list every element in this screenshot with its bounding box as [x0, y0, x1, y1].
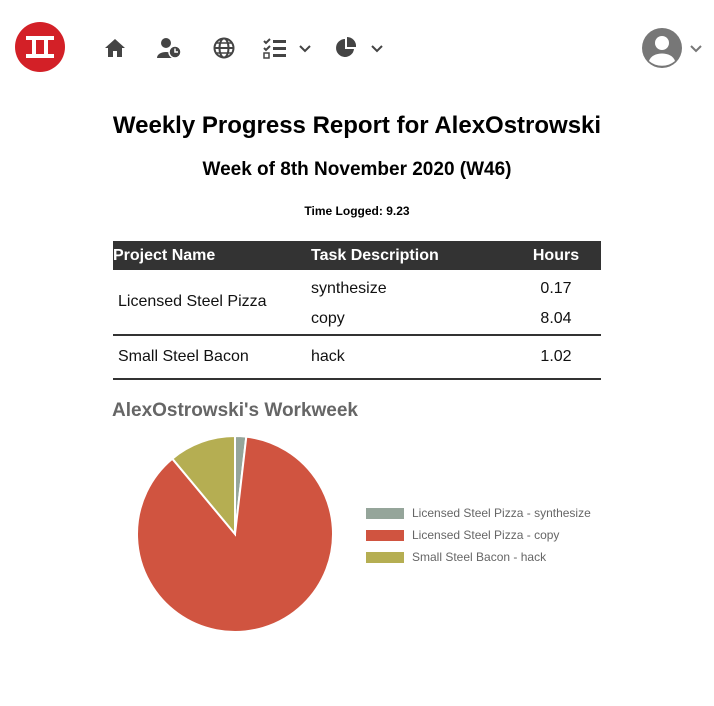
app-logo[interactable] — [15, 22, 65, 72]
legend-label: Small Steel Bacon - hack — [412, 550, 547, 564]
legend-swatch — [366, 551, 404, 563]
hours-cell: 1.02 — [511, 335, 601, 380]
tasks-icon[interactable] — [263, 36, 287, 60]
legend-item[interactable]: Licensed Steel Pizza - synthesize — [366, 502, 591, 524]
project-name-cell: Small Steel Bacon — [113, 335, 311, 380]
table-row: Licensed Steel Pizza synthesize 0.17 — [113, 270, 601, 336]
chart-legend: Licensed Steel Pizza - synthesize License… — [366, 502, 591, 568]
week-title: Week of 8th November 2020 (W46) — [202, 159, 512, 180]
hours-cell: 8.04 — [511, 304, 601, 336]
legend-label: Licensed Steel Pizza - synthesize — [412, 506, 591, 520]
legend-swatch — [366, 529, 404, 541]
pie-chart — [136, 434, 334, 633]
home-icon[interactable] — [103, 36, 127, 60]
table-row: Small Steel Bacon hack 1.02 — [113, 335, 601, 380]
task-cell: copy — [311, 304, 511, 336]
pie-chart-icon[interactable] — [334, 36, 358, 60]
header-hours: Hours — [511, 241, 601, 270]
legend-item[interactable]: Small Steel Bacon - hack — [366, 546, 591, 568]
header-task-description: Task Description — [311, 241, 511, 270]
logo-icon — [26, 36, 54, 58]
legend-swatch — [366, 507, 404, 519]
legend-label: Licensed Steel Pizza - copy — [412, 528, 560, 542]
legend-item[interactable]: Licensed Steel Pizza - copy — [366, 524, 591, 546]
globe-icon[interactable] — [212, 36, 236, 60]
header-project-name: Project Name — [113, 241, 311, 270]
reports-chevron-down-icon[interactable] — [371, 42, 383, 54]
user-avatar-icon[interactable] — [641, 27, 683, 69]
navbar — [0, 0, 714, 96]
time-logged: Time Logged: 9.23 — [304, 204, 410, 218]
hours-cell: 0.17 — [540, 280, 572, 297]
chart-title: AlexOstrowski's Workweek — [112, 400, 358, 421]
user-clock-icon[interactable] — [157, 36, 182, 60]
task-cell: synthesize — [311, 280, 387, 297]
user-chevron-down-icon[interactable] — [690, 42, 702, 54]
tasks-chevron-down-icon[interactable] — [299, 42, 311, 54]
task-cell: hack — [311, 335, 511, 380]
progress-table: Project Name Task Description Hours Lice… — [113, 241, 601, 380]
report-title: Weekly Progress Report for AlexOstrowski — [112, 112, 602, 139]
project-name-cell: Licensed Steel Pizza — [113, 270, 311, 336]
table-header-row: Project Name Task Description Hours — [113, 241, 601, 270]
